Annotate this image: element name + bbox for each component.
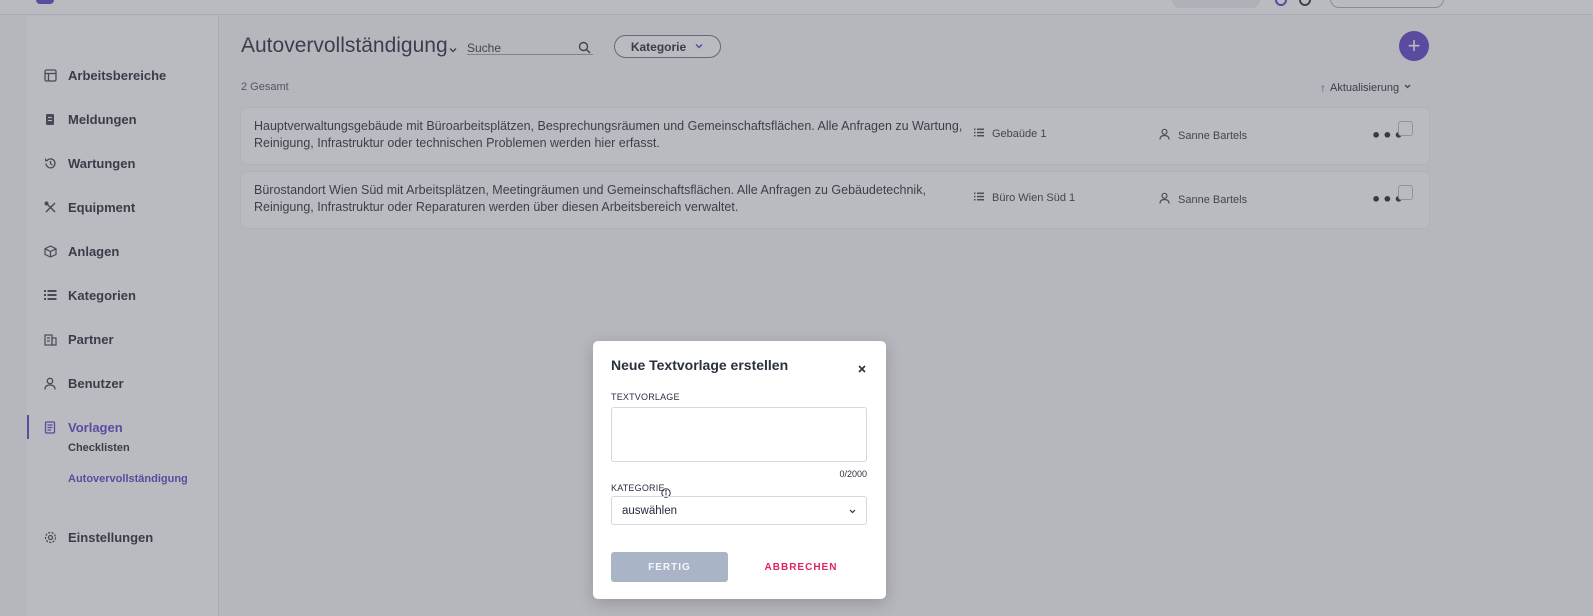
close-icon[interactable] [856, 360, 868, 373]
category-select-value: auswählen [622, 504, 677, 517]
chevron-down-icon [848, 507, 857, 516]
cancel-button[interactable]: ABBRECHEN [753, 552, 849, 582]
character-counter: 0/2000 [839, 469, 867, 479]
category-label: KATEGORIE [611, 483, 665, 493]
category-select[interactable]: auswählen [611, 496, 867, 525]
dialog-title: Neue Textvorlage erstellen [611, 357, 789, 373]
text-template-label: TEXTVORLAGE [611, 392, 680, 402]
info-icon[interactable] [661, 483, 671, 498]
create-template-dialog: Neue Textvorlage erstellen TEXTVORLAGE 0… [593, 341, 886, 599]
text-template-input[interactable] [611, 407, 867, 462]
done-button[interactable]: FERTIG [611, 552, 728, 582]
